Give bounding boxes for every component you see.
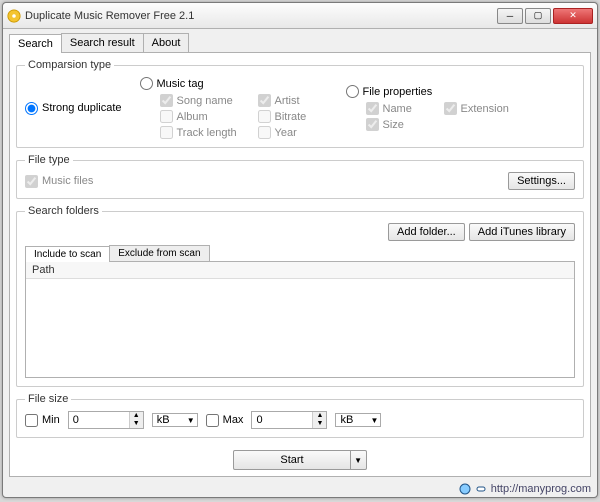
folder-tabs: Include to scan Exclude from scan xyxy=(25,245,575,262)
chk-song-name[interactable]: Song name xyxy=(160,94,250,107)
max-value[interactable] xyxy=(252,412,312,428)
tab-search[interactable]: Search xyxy=(9,34,62,53)
main-tabs: Search Search result About xyxy=(9,33,591,53)
filesize-row: Min ▲▼ kB▼ Max ▲▼ kB▼ xyxy=(25,411,575,429)
tab-body-search: Comparsion type Strong duplicate Music t… xyxy=(9,53,591,477)
chk-name[interactable]: Name xyxy=(366,102,436,115)
tab-exclude[interactable]: Exclude from scan xyxy=(109,245,209,261)
tab-include[interactable]: Include to scan xyxy=(25,246,110,262)
search-folders-group: Search folders Add folder... Add iTunes … xyxy=(16,205,584,387)
file-size-group: File size Min ▲▼ kB▼ Max ▲▼ kB▼ xyxy=(16,393,584,438)
add-itunes-button[interactable]: Add iTunes library xyxy=(469,223,575,241)
chevron-down-icon: ▼ xyxy=(370,416,378,425)
min-spin-down[interactable]: ▼ xyxy=(129,420,143,428)
file-type-group: File type Music files Settings... xyxy=(16,154,584,199)
radio-music-tag[interactable]: Music tag xyxy=(140,77,328,90)
filetype-row: Music files Settings... xyxy=(25,172,575,190)
radio-strong-duplicate[interactable]: Strong duplicate xyxy=(25,102,122,115)
link-icon xyxy=(475,483,487,495)
chk-music-files[interactable]: Music files xyxy=(25,175,93,188)
filetype-legend: File type xyxy=(25,154,73,166)
chk-extension[interactable]: Extension xyxy=(444,102,524,115)
max-unit-select[interactable]: kB▼ xyxy=(335,413,381,427)
min-value[interactable] xyxy=(69,412,129,428)
path-column-header: Path xyxy=(26,262,574,279)
close-button[interactable]: ✕ xyxy=(553,8,593,24)
tab-search-result[interactable]: Search result xyxy=(61,33,144,52)
titlebar: Duplicate Music Remover Free 2.1 ─ ▢ ✕ xyxy=(3,3,597,29)
footer-link[interactable]: http://manyprog.com xyxy=(491,483,591,495)
window-title: Duplicate Music Remover Free 2.1 xyxy=(25,10,497,22)
min-spin-up[interactable]: ▲ xyxy=(129,412,143,420)
chk-max[interactable]: Max xyxy=(206,414,244,427)
max-input[interactable]: ▲▼ xyxy=(251,411,327,429)
chk-min[interactable]: Min xyxy=(25,414,60,427)
comparison-radios: Strong duplicate Music tag Song name Art… xyxy=(25,77,575,139)
min-unit-select[interactable]: kB▼ xyxy=(152,413,198,427)
minimize-button[interactable]: ─ xyxy=(497,8,523,24)
settings-button[interactable]: Settings... xyxy=(508,172,575,190)
chevron-down-icon: ▼ xyxy=(187,416,195,425)
client-area: Search Search result About Comparsion ty… xyxy=(3,29,597,481)
statusbar: http://manyprog.com xyxy=(3,481,597,497)
tab-about[interactable]: About xyxy=(143,33,190,52)
start-bar: Start ▼ xyxy=(16,450,584,470)
add-folder-button[interactable]: Add folder... xyxy=(388,223,465,241)
max-spin-up[interactable]: ▲ xyxy=(312,412,326,420)
start-split-button: Start ▼ xyxy=(233,450,366,470)
chk-artist[interactable]: Artist xyxy=(258,94,328,107)
maximize-button[interactable]: ▢ xyxy=(525,8,551,24)
min-input[interactable]: ▲▼ xyxy=(68,411,144,429)
path-list[interactable]: Path xyxy=(25,262,575,378)
chk-album[interactable]: Album xyxy=(160,110,250,123)
fileprops-options: Name Extension Size xyxy=(366,102,524,131)
chk-size[interactable]: Size xyxy=(366,118,436,131)
musictag-block: Music tag Song name Artist Album Bitrate… xyxy=(140,77,328,139)
start-button[interactable]: Start xyxy=(233,450,350,470)
comparison-type-group: Comparsion type Strong duplicate Music t… xyxy=(16,59,584,148)
chk-bitrate[interactable]: Bitrate xyxy=(258,110,328,123)
max-spin-down[interactable]: ▼ xyxy=(312,420,326,428)
comparison-legend: Comparsion type xyxy=(25,59,114,71)
app-window: Duplicate Music Remover Free 2.1 ─ ▢ ✕ S… xyxy=(2,2,598,498)
start-dropdown[interactable]: ▼ xyxy=(351,450,367,470)
app-icon xyxy=(7,9,21,23)
chk-track-length[interactable]: Track length xyxy=(160,126,250,139)
window-buttons: ─ ▢ ✕ xyxy=(497,8,593,24)
musictag-options: Song name Artist Album Bitrate Track len… xyxy=(160,94,328,139)
globe-icon xyxy=(459,483,471,495)
folder-buttons: Add folder... Add iTunes library xyxy=(25,223,575,241)
fileprops-block: File properties Name Extension Size xyxy=(346,85,524,131)
radio-file-properties[interactable]: File properties xyxy=(346,85,524,98)
folders-legend: Search folders xyxy=(25,205,102,217)
filesize-legend: File size xyxy=(25,393,71,405)
chk-year[interactable]: Year xyxy=(258,126,328,139)
